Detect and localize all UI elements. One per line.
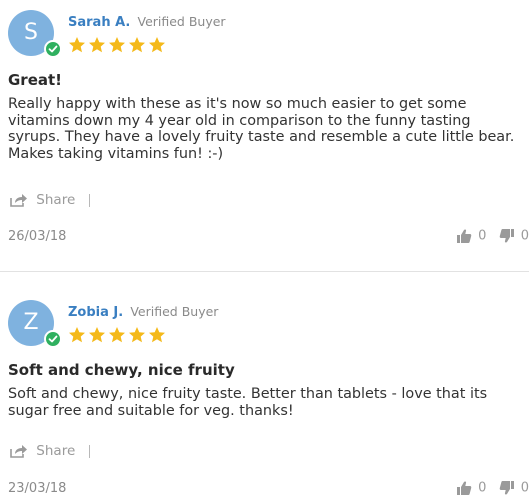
- review-date: 23/03/18: [8, 481, 67, 496]
- share-button[interactable]: Share: [10, 192, 90, 210]
- review-votes: 0 0: [448, 480, 529, 498]
- share-label: Share: [36, 443, 76, 459]
- thumbs-down-count: 0: [520, 480, 529, 496]
- check-badge-icon: [44, 330, 62, 348]
- thumbs-up-icon: [457, 229, 472, 243]
- review-item: Z Zobia J. Verified Buyer Soft and chewy…: [0, 290, 529, 500]
- star-icon: [109, 327, 125, 343]
- thumbs-up-count: 0: [478, 228, 487, 244]
- reviewer-name[interactable]: Sarah A.: [68, 15, 130, 30]
- review-body: Soft and chewy, nice fruity taste. Bette…: [8, 386, 488, 419]
- reviews-list: S Sarah A. Verified Buyer Great! Really …: [0, 0, 529, 500]
- verified-buyer-label: Verified Buyer: [137, 14, 226, 29]
- star-icon: [89, 327, 105, 343]
- thumbs-up-button[interactable]: 0: [456, 228, 486, 244]
- review-body: Really happy with these as it's now so m…: [8, 96, 515, 162]
- star-icon: [69, 327, 85, 343]
- share-icon: [10, 445, 27, 458]
- star-icon: [69, 37, 85, 53]
- avatar-initial: Z: [23, 310, 39, 335]
- review-divider: [0, 271, 529, 272]
- avatar-initial: S: [24, 20, 38, 45]
- star-icon: [129, 37, 145, 53]
- check-badge-icon: [44, 40, 62, 58]
- star-icon: [149, 37, 165, 53]
- review-votes: 0 0: [448, 228, 529, 246]
- review-title: Soft and chewy, nice fruity: [8, 361, 235, 379]
- star-icon: [109, 37, 125, 53]
- thumbs-down-button[interactable]: 0: [499, 480, 529, 496]
- review-date: 26/03/18: [8, 229, 67, 244]
- star-rating: [68, 326, 168, 348]
- reviewer-line: Zobia J. Verified Buyer: [68, 304, 218, 320]
- thumbs-down-count: 0: [520, 228, 529, 244]
- verified-buyer-label: Verified Buyer: [130, 304, 219, 319]
- star-icon: [129, 327, 145, 343]
- review-item: S Sarah A. Verified Buyer Great! Really …: [0, 0, 529, 270]
- thumbs-down-icon: [499, 229, 514, 243]
- reviewer-line: Sarah A. Verified Buyer: [68, 14, 226, 30]
- thumbs-up-icon: [457, 481, 472, 495]
- reviewer-name[interactable]: Zobia J.: [68, 305, 123, 320]
- share-label: Share: [36, 192, 76, 208]
- review-title: Great!: [8, 71, 63, 89]
- share-icon: [10, 194, 27, 207]
- thumbs-up-button[interactable]: 0: [456, 480, 486, 496]
- star-icon: [89, 37, 105, 53]
- star-rating: [68, 36, 168, 58]
- star-icon: [149, 327, 165, 343]
- share-button[interactable]: Share: [10, 443, 90, 461]
- thumbs-down-icon: [499, 481, 514, 495]
- thumbs-up-count: 0: [478, 480, 487, 496]
- share-divider: [88, 444, 90, 458]
- thumbs-down-button[interactable]: 0: [499, 228, 529, 244]
- share-divider: [88, 193, 90, 207]
